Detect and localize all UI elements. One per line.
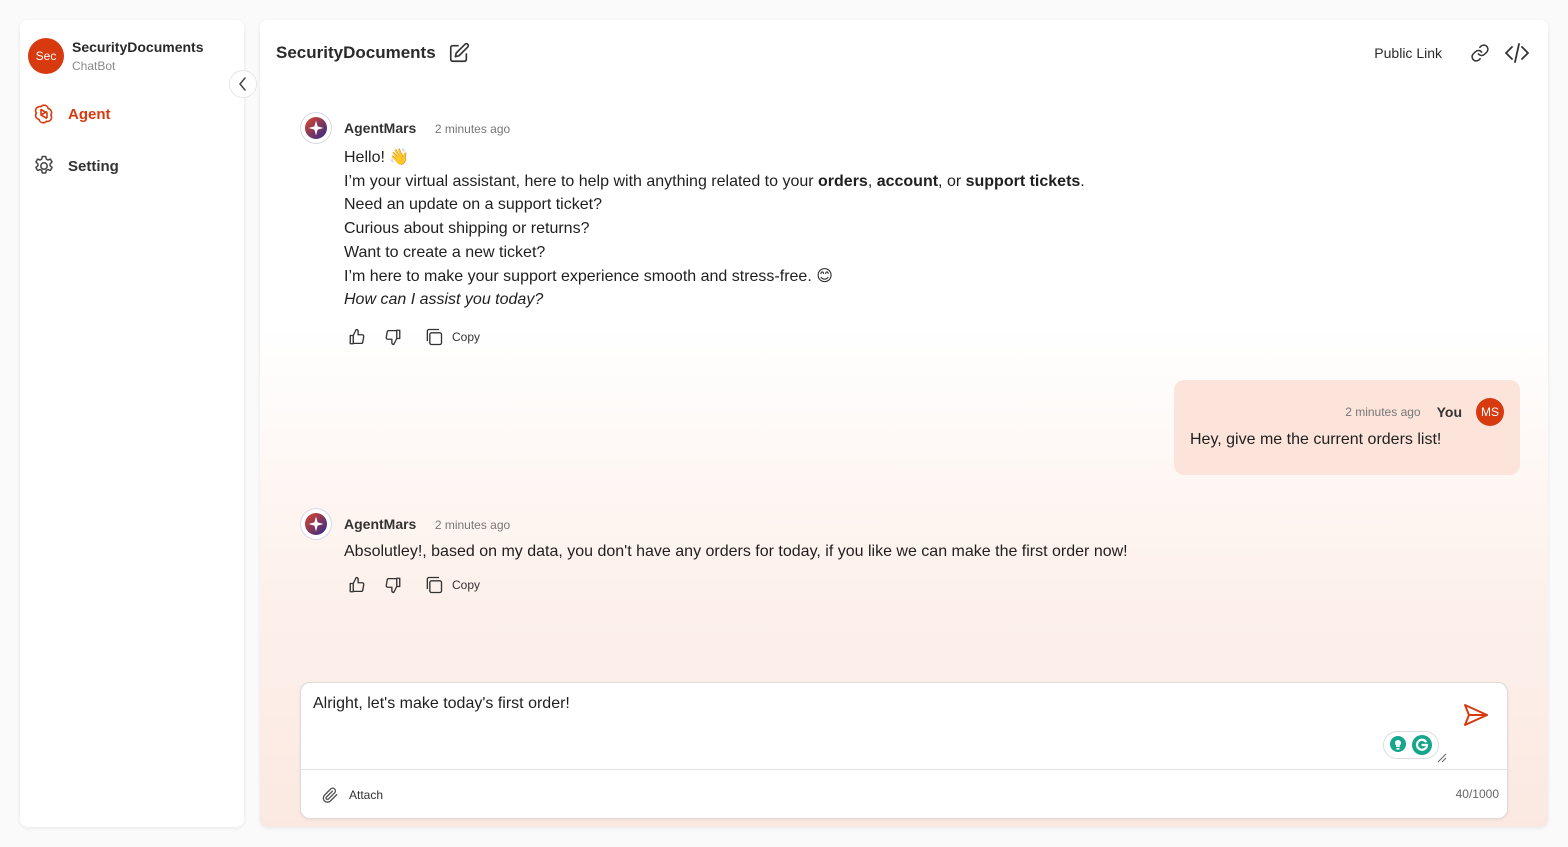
- bot-name: SecurityDocuments: [72, 39, 204, 55]
- bot-names: SecurityDocuments ChatBot: [72, 38, 203, 74]
- message-input[interactable]: Alright, let's make today's first order!: [301, 683, 1451, 769]
- chat-title-bar: SecurityDocuments: [276, 42, 470, 64]
- sender-name: AgentMars: [344, 516, 417, 532]
- header-actions: Public Link: [1374, 42, 1530, 64]
- resize-handle-icon[interactable]: [1437, 753, 1447, 763]
- public-link-label[interactable]: Public Link: [1374, 45, 1442, 61]
- message-line: Need an update on a support ticket?: [344, 196, 602, 214]
- thumbs-up-button[interactable]: [348, 576, 366, 594]
- message-line: Hello! 👋: [344, 149, 410, 166]
- sidebar-item-label: Agent: [68, 105, 111, 123]
- send-button[interactable]: [1463, 703, 1489, 732]
- thumbs-up-icon: [349, 328, 365, 345]
- timestamp: 2 minutes ago: [434, 122, 511, 136]
- character-counter: 40/1000: [1455, 787, 1499, 801]
- thumbs-up-button[interactable]: [348, 328, 366, 346]
- sparkle-logo-icon: [305, 513, 327, 535]
- message-text: Hey, give me the current orders list!: [1190, 431, 1442, 448]
- message-actions: Copy: [348, 327, 480, 347]
- attach-button[interactable]: Attach: [321, 786, 383, 804]
- attach-label: Attach: [349, 788, 384, 802]
- message-line: How can I assist you today?: [344, 291, 544, 309]
- sparkle-logo-icon: [305, 117, 327, 139]
- thumbs-up-icon: [349, 576, 365, 593]
- timestamp: 2 minutes ago: [434, 518, 511, 532]
- message-composer: Alright, let's make today's first order!: [300, 682, 1508, 819]
- timestamp: 2 minutes ago: [1345, 405, 1421, 419]
- message-line: I’m your virtual assistant, here to help…: [344, 172, 1085, 190]
- message-meta: 2 minutes ago You MS: [1345, 398, 1504, 426]
- message-actions: Copy: [348, 575, 480, 595]
- sidebar: Sec SecurityDocuments ChatBot Agent Sett…: [20, 20, 244, 827]
- avatar: MS: [1476, 398, 1504, 426]
- message-line: I’m here to make your support experience…: [344, 267, 833, 285]
- link-icon[interactable]: [1470, 43, 1490, 63]
- bot-type: ChatBot: [72, 59, 116, 73]
- send-icon: [1464, 704, 1488, 726]
- sidebar-item-setting[interactable]: Setting: [32, 154, 119, 178]
- chevron-left-icon: [239, 77, 246, 91]
- lightbulb-icon: [1390, 736, 1406, 752]
- grammarly-icon: [1412, 735, 1432, 755]
- thumbs-down-button[interactable]: [384, 576, 402, 594]
- paperclip-icon: [322, 787, 338, 803]
- thumbs-down-icon: [385, 329, 401, 346]
- message-line: Curious about shipping or returns?: [344, 220, 590, 238]
- copy-button[interactable]: Copy: [424, 327, 480, 347]
- user-message: 2 minutes ago You MS Hey, give me the cu…: [1174, 380, 1520, 475]
- copy-icon: [426, 576, 443, 594]
- gear-icon: [35, 155, 53, 174]
- agent-avatar: [300, 112, 332, 144]
- grammarly-widget[interactable]: [1383, 731, 1439, 759]
- message-meta: AgentMars 2 minutes ago: [344, 120, 510, 138]
- copy-label: Copy: [452, 330, 481, 344]
- chat-panel: SecurityDocuments Public Link AgentMars …: [260, 20, 1548, 827]
- edit-icon[interactable]: [448, 42, 470, 64]
- copy-label: Copy: [452, 578, 481, 592]
- agent-avatar: [300, 508, 332, 540]
- sender-name: AgentMars: [344, 120, 417, 136]
- page-title: SecurityDocuments: [276, 43, 436, 62]
- bot-header: Sec SecurityDocuments ChatBot: [28, 38, 203, 74]
- copy-icon: [426, 328, 443, 346]
- thumbs-down-icon: [385, 577, 401, 594]
- collapse-sidebar-button[interactable]: [229, 70, 257, 98]
- message-meta: AgentMars 2 minutes ago: [344, 516, 510, 534]
- sidebar-item-agent[interactable]: Agent: [32, 102, 111, 126]
- message-line: Want to create a new ticket?: [344, 243, 546, 261]
- message-text: Hello! 👋 I’m your virtual assistant, her…: [344, 146, 1085, 312]
- sidebar-item-label: Setting: [68, 157, 119, 175]
- bot-avatar: Sec: [28, 38, 64, 74]
- code-embed-icon[interactable]: [1504, 42, 1530, 64]
- message-line: Absolutley!, based on my data, you don't…: [344, 543, 1128, 560]
- message-text: Absolutley!, based on my data, you don't…: [344, 540, 1128, 564]
- copy-button[interactable]: Copy: [424, 575, 480, 595]
- composer-footer: Attach 40/1000: [301, 769, 1507, 819]
- sender-name: You: [1436, 404, 1462, 420]
- openai-icon: [34, 104, 53, 124]
- thumbs-down-button[interactable]: [384, 328, 402, 346]
